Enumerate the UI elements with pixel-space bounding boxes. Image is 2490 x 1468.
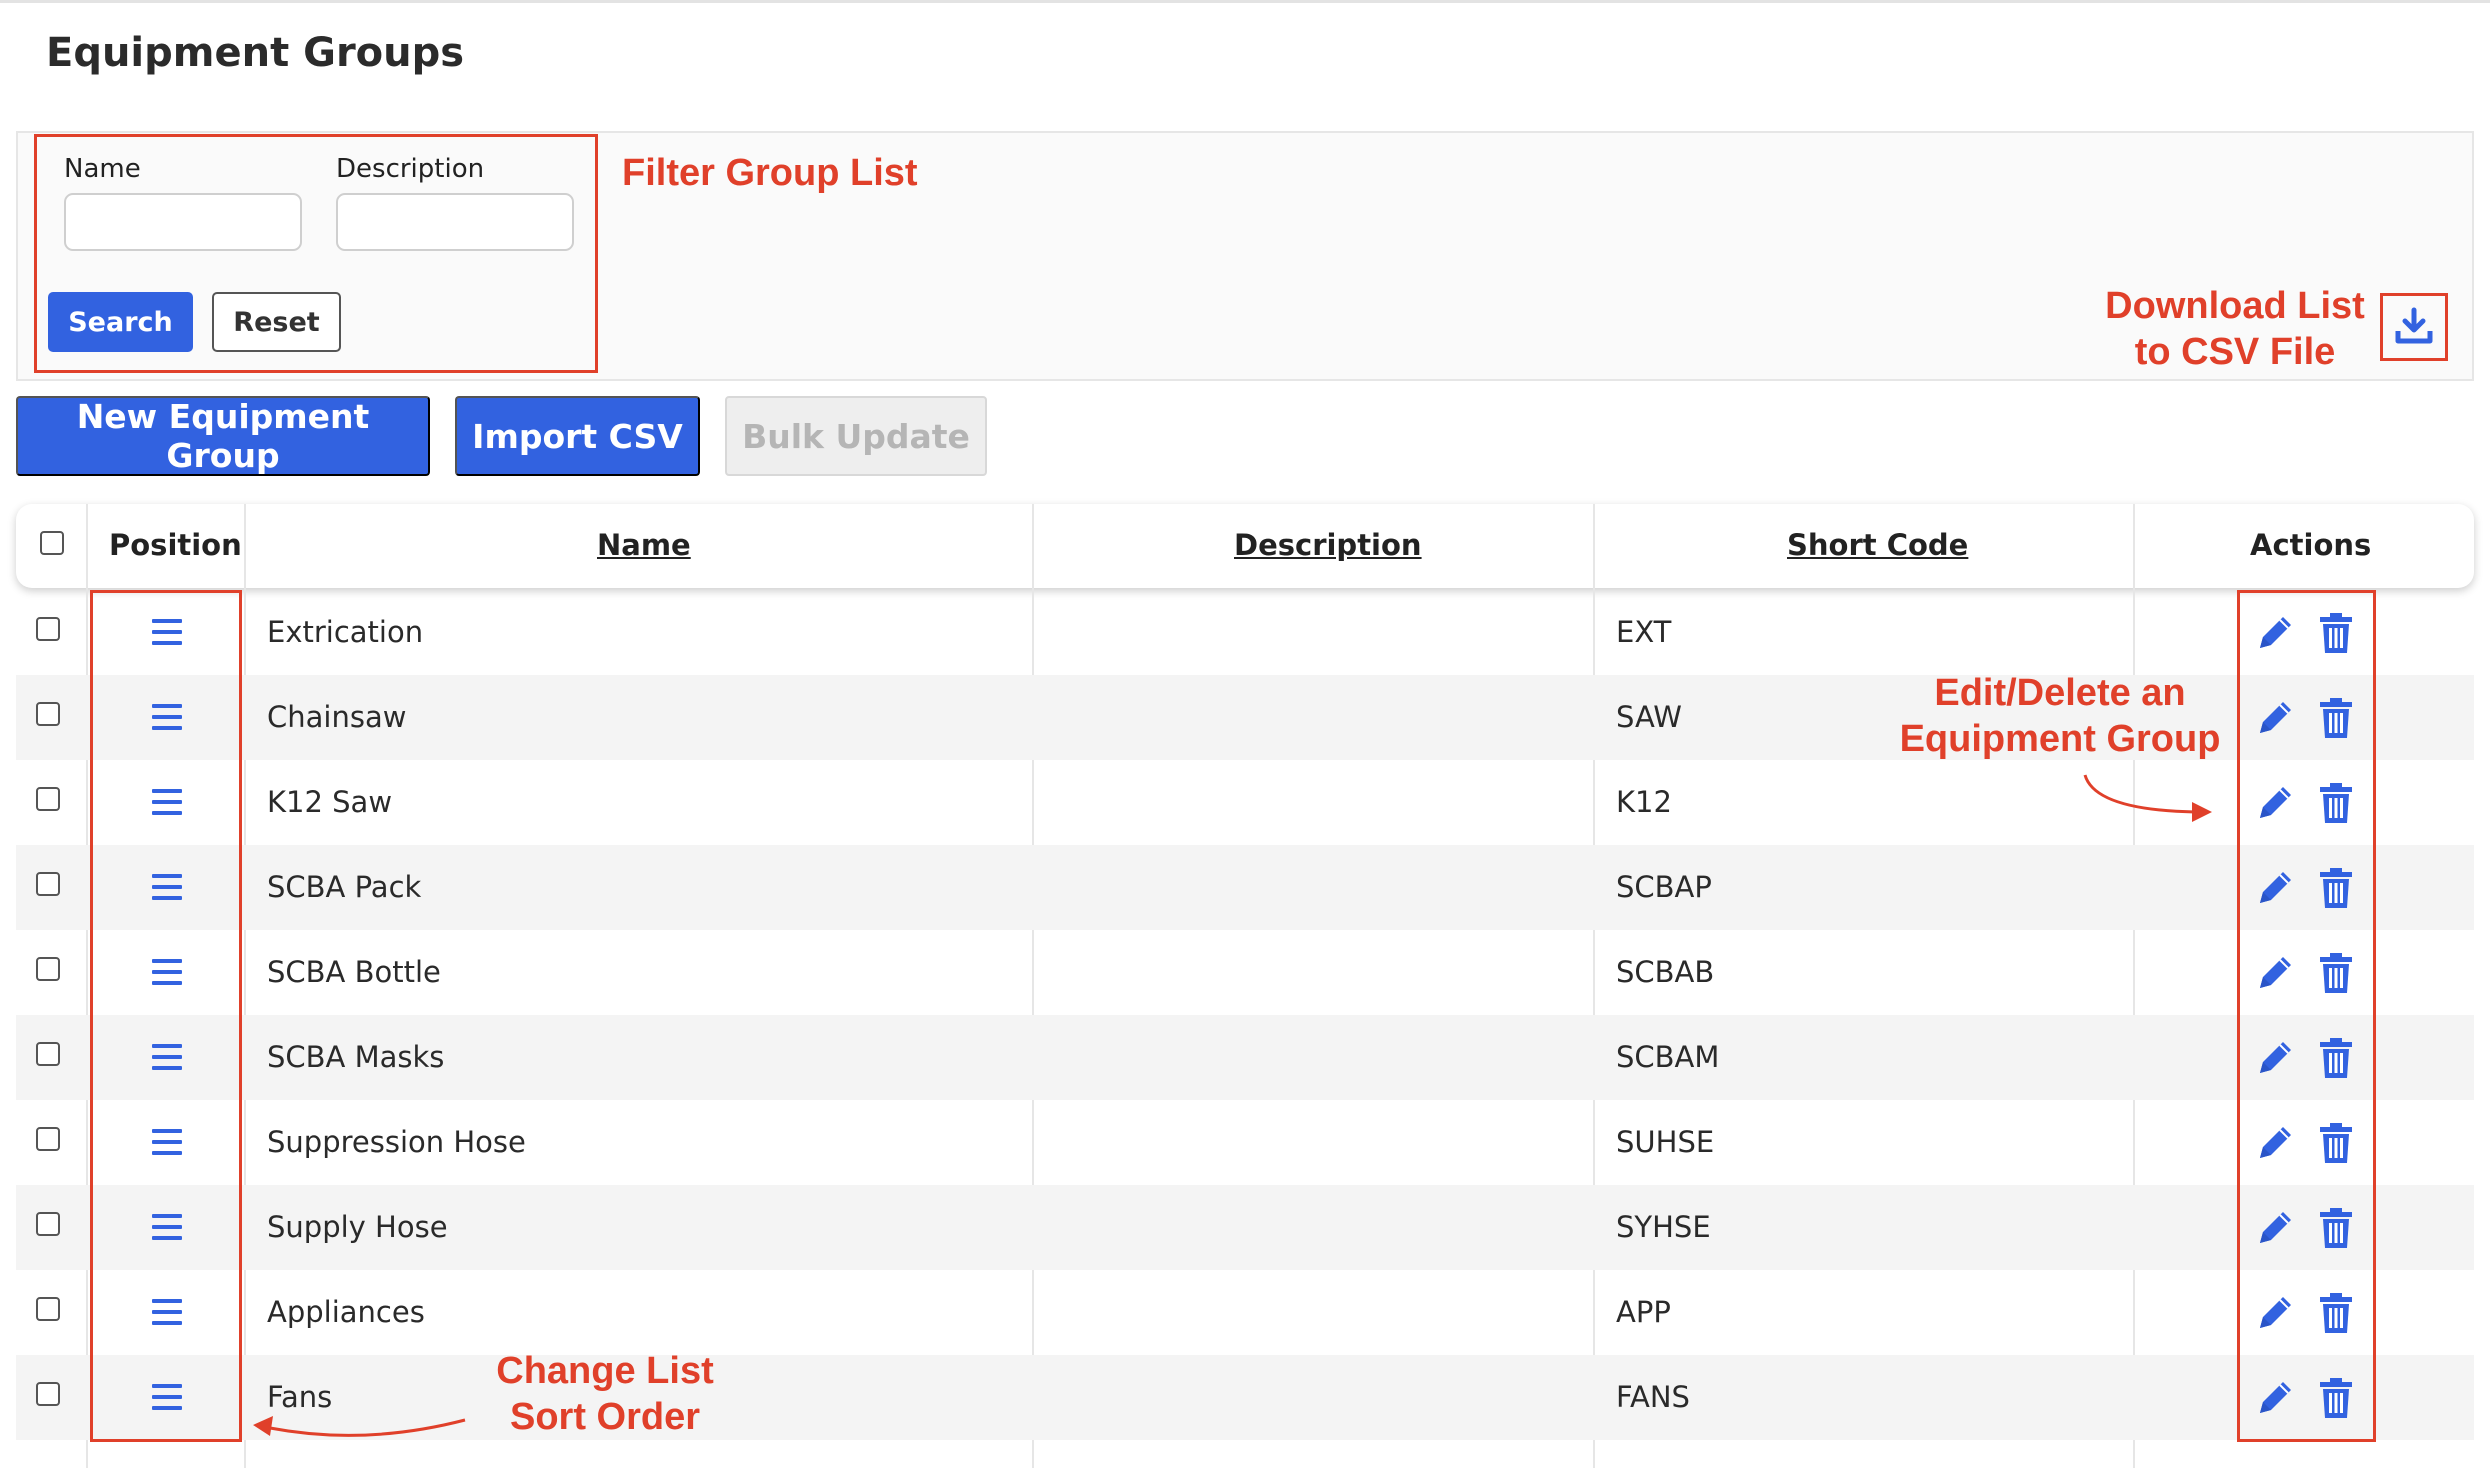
sort-annotation-arrow <box>269 1418 466 1437</box>
sort-annotation-arrowhead <box>253 1416 273 1436</box>
edit-annotation-arrow <box>2083 774 2196 814</box>
annotation-arrows <box>253 774 2212 1437</box>
edit-annotation-arrowhead <box>2192 802 2212 822</box>
